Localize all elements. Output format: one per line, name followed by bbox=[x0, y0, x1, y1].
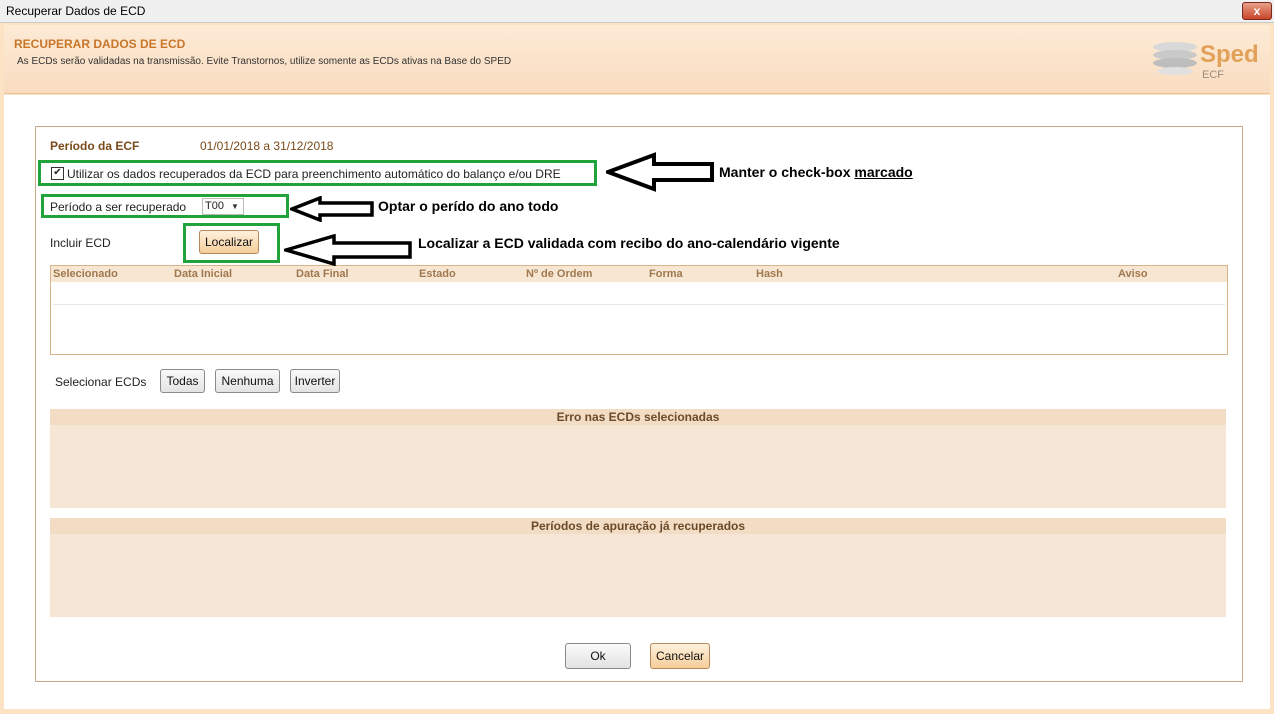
column-header-selecionado[interactable]: Selecionado bbox=[53, 268, 118, 280]
header-band: RECUPERAR DADOS DE ECD As ECDs serão val… bbox=[4, 25, 1270, 94]
errors-section: Erro nas ECDs selecionadas bbox=[50, 409, 1226, 508]
annotation-choose-period: Optar o perído do ano todo bbox=[378, 198, 559, 214]
arrow-left-icon bbox=[290, 196, 374, 222]
period-recovered-value: T00 bbox=[205, 200, 224, 212]
column-header-estado[interactable]: Estado bbox=[419, 268, 456, 280]
column-header-aviso[interactable]: Aviso bbox=[1118, 268, 1148, 280]
select-none-button[interactable]: Nenhuma bbox=[215, 369, 280, 393]
column-header-data-inicial[interactable]: Data Inicial bbox=[174, 268, 232, 280]
logo-sped-text: Sped bbox=[1200, 41, 1259, 68]
sped-logo-icon bbox=[1153, 42, 1197, 75]
periods-section: Períodos de apuração já recuperados bbox=[50, 518, 1226, 617]
period-label: Período da ECF bbox=[50, 139, 140, 153]
periods-section-title: Períodos de apuração já recuperados bbox=[50, 518, 1226, 534]
table-header: Selecionado Data Inicial Data Final Esta… bbox=[51, 266, 1227, 282]
errors-section-title: Erro nas ECDs selecionadas bbox=[50, 409, 1226, 425]
locate-button[interactable]: Localizar bbox=[199, 230, 259, 254]
period-recovered-select[interactable]: T00 ▼ bbox=[202, 198, 244, 215]
invert-selection-button[interactable]: Inverter bbox=[290, 369, 340, 393]
annotation-keep-checkbox-emph: marcado bbox=[854, 164, 913, 180]
close-icon: x bbox=[1253, 4, 1261, 18]
column-header-forma[interactable]: Forma bbox=[649, 268, 683, 280]
annotation-locate-ecd: Localizar a ECD validada com recibo do a… bbox=[418, 235, 840, 251]
select-all-button[interactable]: Todas bbox=[160, 369, 205, 393]
close-button[interactable]: x bbox=[1242, 2, 1272, 20]
column-header-numero-ordem[interactable]: Nº de Ordem bbox=[526, 268, 592, 280]
period-recovered-label: Período a ser recuperado bbox=[50, 200, 187, 214]
window-titlebar: Recuperar Dados de ECD x bbox=[0, 0, 1274, 23]
include-ecd-label: Incluir ECD bbox=[50, 236, 111, 250]
header-title: RECUPERAR DADOS DE ECD bbox=[14, 37, 186, 51]
ok-button[interactable]: Ok bbox=[565, 643, 631, 669]
ecd-table[interactable]: Selecionado Data Inicial Data Final Esta… bbox=[50, 265, 1228, 355]
column-header-data-final[interactable]: Data Final bbox=[296, 268, 349, 280]
use-data-checkbox-label: Utilizar os dados recuperados da ECD par… bbox=[67, 167, 561, 181]
use-data-checkbox[interactable]: ✔ bbox=[51, 167, 64, 180]
arrow-left-icon bbox=[606, 152, 714, 192]
table-row[interactable] bbox=[53, 282, 1225, 305]
annotation-keep-checkbox-prefix: Manter o check-box bbox=[719, 164, 855, 180]
cancel-button[interactable]: Cancelar bbox=[650, 643, 710, 669]
select-ecds-label: Selecionar ECDs bbox=[55, 375, 147, 389]
logo-ecf-text: ECF bbox=[1202, 69, 1224, 81]
window-title: Recuperar Dados de ECD bbox=[6, 4, 146, 18]
chevron-down-icon: ▼ bbox=[231, 202, 239, 211]
header-description: As ECDs serão validadas na transmissão. … bbox=[17, 56, 512, 67]
arrow-left-icon bbox=[284, 234, 412, 266]
column-header-hash[interactable]: Hash bbox=[756, 268, 783, 280]
period-value: 01/01/2018 a 31/12/2018 bbox=[200, 139, 334, 153]
annotation-keep-checkbox: Manter o check-box marcado bbox=[719, 164, 913, 180]
